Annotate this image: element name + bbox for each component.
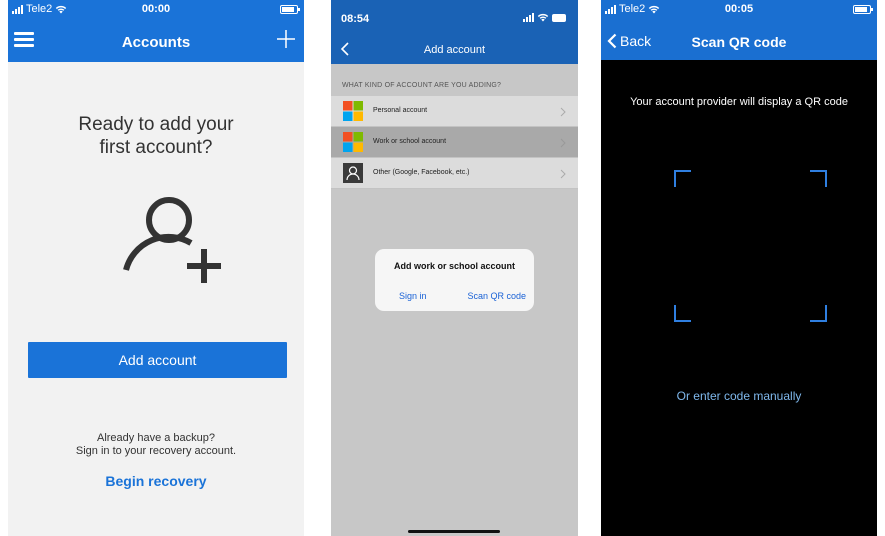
frame-corner-bottom-left <box>674 305 691 322</box>
app-bar: 08:54 Add account <box>331 0 578 64</box>
frame-corner-top-right <box>810 170 827 187</box>
home-indicator[interactable] <box>408 530 500 533</box>
scan-qr-screen: Tele2 00:05 Back Scan QR code Your accou… <box>601 0 877 536</box>
backup-line-1: Already have a backup? <box>96 432 216 444</box>
backup-text: Already have a backup? Sign in to your r… <box>8 432 304 458</box>
chevron-right-icon <box>560 169 566 179</box>
list-item-other-account[interactable]: Other (Google, Facebook, etc.) <box>331 158 578 189</box>
signal-icon <box>523 13 534 22</box>
person-icon <box>343 163 363 183</box>
chevron-right-icon <box>560 138 566 148</box>
accounts-screen: Tele2 00:00 Accounts Ready to add your f… <box>8 0 304 536</box>
list-item-label: Other (Google, Facebook, etc.) <box>373 169 470 176</box>
sign-in-button[interactable]: Sign in <box>399 291 427 301</box>
add-person-icon <box>123 197 221 283</box>
chevron-right-icon <box>560 107 566 117</box>
page-title: Add account <box>423 44 486 56</box>
status-bar: Tele2 00:00 <box>8 0 304 20</box>
enter-code-manually-link[interactable]: Or enter code manually <box>601 389 877 403</box>
backup-line-2: Sign in to your recovery account. <box>75 445 237 457</box>
plus-icon[interactable] <box>276 29 296 49</box>
status-bar: 08:54 <box>331 0 578 30</box>
status-time: 00:00 <box>141 3 171 15</box>
list-item-personal-account[interactable]: Personal account <box>331 96 578 127</box>
battery-icon <box>853 5 873 14</box>
empty-state-heading: Ready to add your first account? <box>8 113 304 159</box>
app-bar: Tele2 00:00 Accounts <box>8 0 304 62</box>
list-item-work-or-school-account[interactable]: Work or school account <box>331 127 578 158</box>
page-title: Accounts <box>121 34 191 51</box>
frame-corner-top-left <box>674 170 691 187</box>
wifi-icon <box>537 13 549 22</box>
status-time: 00:05 <box>724 3 754 15</box>
list-item-label: Personal account <box>373 107 428 114</box>
status-icons <box>523 13 566 22</box>
add-account-button[interactable]: Add account <box>28 342 287 378</box>
microsoft-logo-icon <box>343 101 363 121</box>
app-bar: Tele2 00:05 Back Scan QR code <box>601 0 877 60</box>
frame-corner-bottom-right <box>810 305 827 322</box>
microsoft-logo-icon <box>343 132 363 152</box>
qr-scan-frame <box>674 170 827 322</box>
heading-line-2: first account? <box>99 137 213 158</box>
dialog-title: Add work or school account <box>393 261 515 271</box>
status-bar: Tele2 00:05 <box>601 0 877 20</box>
scan-qr-code-button[interactable]: Scan QR code <box>467 291 526 301</box>
list-item-label: Work or school account <box>373 138 447 145</box>
page-title: Scan QR code <box>691 34 787 50</box>
account-type-list: Personal account Work or school account … <box>331 96 578 189</box>
battery-icon <box>280 5 300 14</box>
section-header: WHAT KIND OF ACCOUNT ARE YOU ADDING? <box>342 82 502 89</box>
begin-recovery-link[interactable]: Begin recovery <box>8 473 304 489</box>
status-time: 08:54 <box>341 13 370 25</box>
scan-instruction: Your account provider will display a QR … <box>630 96 848 108</box>
add-account-screen: 08:54 Add account WHAT KIND OF ACCOUNT A… <box>331 0 578 536</box>
heading-line-1: Ready to add your <box>78 114 234 135</box>
add-work-account-dialog: Add work or school account Sign in Scan … <box>375 249 534 311</box>
battery-icon <box>552 14 566 22</box>
